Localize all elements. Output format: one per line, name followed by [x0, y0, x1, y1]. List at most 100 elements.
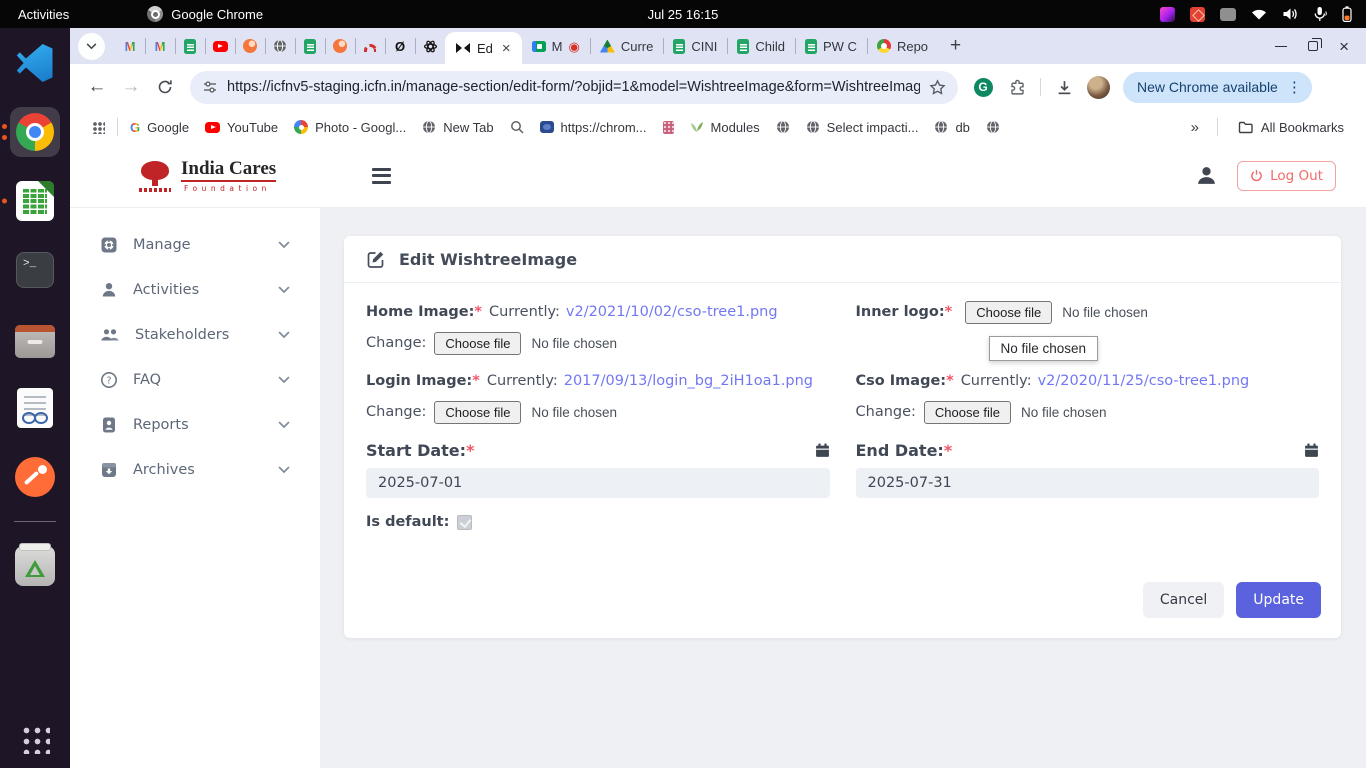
home-image-link[interactable]: v2/2021/10/02/cso-tree1.png — [566, 304, 778, 320]
user-icon[interactable] — [1194, 163, 1219, 188]
cso-image-change-row: Change: Choose file No file chosen — [856, 399, 1320, 425]
dock-item-vscode[interactable] — [10, 38, 60, 88]
choose-file-button[interactable]: Choose file — [434, 401, 521, 424]
calendar-icon[interactable] — [815, 443, 830, 458]
dock-item-postman[interactable] — [10, 452, 60, 502]
update-button[interactable]: Update — [1236, 582, 1321, 618]
bookmark-select-impact[interactable]: Select impacti... — [798, 114, 927, 140]
grammarly-extension-button[interactable]: G — [968, 72, 998, 102]
bookmark-modules[interactable]: Modules — [682, 114, 768, 140]
downloads-button[interactable] — [1049, 72, 1079, 102]
clock-button[interactable]: Jul 25 16:15 — [648, 7, 719, 22]
sidebar-item-manage[interactable]: Manage — [70, 222, 320, 267]
cancel-button[interactable]: Cancel — [1143, 582, 1224, 618]
close-tab-icon[interactable]: × — [500, 41, 513, 56]
close-window-button[interactable]: × — [1339, 38, 1349, 55]
logout-button[interactable]: Log Out — [1237, 161, 1336, 191]
dock-item-files[interactable] — [10, 314, 60, 364]
microphone-icon[interactable] — [1313, 6, 1327, 22]
tab-meet[interactable]: M ◉ — [522, 28, 590, 64]
start-date-input[interactable] — [366, 468, 830, 498]
pinned-tab-youtube[interactable] — [205, 28, 235, 64]
url-input[interactable] — [227, 79, 920, 95]
dock-item-terminal[interactable]: >_ — [10, 245, 60, 295]
hamburger-menu-icon[interactable] — [368, 164, 395, 188]
bookmark-google[interactable]: GGoogle — [122, 114, 197, 140]
pinned-tab-nullset[interactable]: Ø — [385, 28, 415, 64]
cso-image-row: Cso Image:* Currently: v2/2020/11/25/cso… — [856, 368, 1320, 394]
system-tray[interactable] — [1160, 0, 1366, 28]
bookmark-chrome-link[interactable]: https://chrom... — [532, 114, 655, 140]
calendar-icon[interactable] — [1304, 443, 1319, 458]
reload-button[interactable] — [150, 72, 180, 102]
tab-sheet-child[interactable]: Child — [727, 28, 795, 64]
bookmarks-overflow-button[interactable]: » — [1185, 119, 1205, 136]
bookmark-globe-2[interactable] — [978, 114, 1008, 140]
bookmark-photos[interactable]: Photo - Googl... — [286, 114, 414, 140]
address-bar[interactable] — [190, 71, 958, 104]
tab-repo[interactable]: Repo — [867, 28, 938, 64]
pinned-tab-sheets-2[interactable] — [295, 28, 325, 64]
back-button[interactable]: ← — [82, 72, 112, 102]
wifi-icon[interactable] — [1251, 8, 1267, 20]
profile-button[interactable] — [1083, 72, 1113, 102]
site-controls-icon[interactable] — [202, 79, 218, 95]
choose-file-button[interactable]: Choose file — [924, 401, 1011, 424]
sidebar-item-stakeholders[interactable]: Stakeholders — [70, 312, 320, 357]
sidebar-item-activities[interactable]: Activities — [70, 267, 320, 312]
update-chrome-chip[interactable]: New Chrome available ⋮ — [1123, 72, 1312, 103]
end-date-input[interactable] — [856, 468, 1320, 498]
brand-logo[interactable]: India Cares Foundation — [138, 158, 276, 194]
bookmark-star-icon[interactable] — [929, 79, 946, 96]
screenshare-icon[interactable] — [1190, 7, 1205, 22]
pinned-tab-arch[interactable] — [355, 28, 385, 64]
all-bookmarks-button[interactable]: All Bookmarks — [1230, 114, 1352, 140]
pinned-tab-globe[interactable] — [265, 28, 295, 64]
side-panel-apps-button[interactable] — [84, 114, 113, 140]
dock-item-document-viewer[interactable] — [10, 383, 60, 433]
choose-file-button[interactable]: Choose file — [434, 332, 521, 355]
dock-item-libreoffice-calc[interactable] — [10, 176, 60, 226]
extensions-button[interactable] — [1002, 72, 1032, 102]
pinned-tab-orange-1[interactable] — [235, 28, 265, 64]
restore-button[interactable] — [1308, 41, 1318, 51]
forward-button[interactable]: → — [116, 72, 146, 102]
browser-toolbar: ← → G New Chrome available ⋮ — [70, 64, 1366, 110]
app-cube-icon[interactable] — [1160, 7, 1175, 22]
login-image-link[interactable]: 2017/09/13/login_bg_2iH1oa1.png — [564, 373, 813, 389]
volume-icon[interactable] — [1282, 7, 1298, 21]
pinned-tab-gmail-2[interactable]: M — [145, 28, 175, 64]
tab-sheet-cini[interactable]: CINI — [663, 28, 727, 64]
minimize-button[interactable] — [1275, 46, 1287, 47]
activities-button[interactable]: Activities — [0, 0, 87, 28]
pinned-tab-gmail-1[interactable]: M — [115, 28, 145, 64]
tab-drive[interactable]: Curre — [590, 28, 664, 64]
choose-file-button[interactable]: Choose file — [965, 301, 1052, 324]
bookmark-search[interactable] — [502, 114, 532, 140]
sidebar-item-reports[interactable]: Reports — [70, 402, 320, 447]
bookmark-db[interactable]: db — [926, 114, 977, 140]
menu-kebab-icon[interactable]: ⋮ — [1284, 78, 1305, 96]
pinned-tab-orange-2[interactable] — [325, 28, 355, 64]
sidebar-item-archives[interactable]: Archives — [70, 447, 320, 492]
dock-item-app-grid[interactable] — [10, 704, 60, 754]
tab-sheet-pw[interactable]: PW C — [795, 28, 867, 64]
pinned-tab-knot[interactable] — [415, 28, 445, 64]
cso-image-link[interactable]: v2/2020/11/25/cso-tree1.png — [1038, 373, 1250, 389]
bookmark-new-tab[interactable]: New Tab — [414, 114, 501, 140]
tab-search-button[interactable] — [78, 33, 105, 60]
sidebar-item-faq[interactable]: ? FAQ — [70, 357, 320, 402]
dock-item-chrome[interactable] — [10, 107, 60, 157]
active-tab[interactable]: Ed × — [445, 32, 522, 64]
new-tab-button[interactable]: + — [938, 35, 973, 57]
bookmark-youtube[interactable]: YouTube — [197, 114, 286, 140]
reload-icon — [157, 79, 173, 95]
bookmark-globe-1[interactable] — [768, 114, 798, 140]
chat-icon[interactable] — [1220, 8, 1236, 21]
focused-app-menu[interactable]: Google Chrome — [147, 6, 263, 22]
is-default-checkbox[interactable] — [457, 515, 472, 530]
pinned-tab-sheets-1[interactable] — [175, 28, 205, 64]
bookmark-art[interactable] — [655, 114, 682, 140]
dock-item-trash[interactable] — [10, 541, 60, 591]
battery-icon[interactable] — [1342, 6, 1352, 22]
